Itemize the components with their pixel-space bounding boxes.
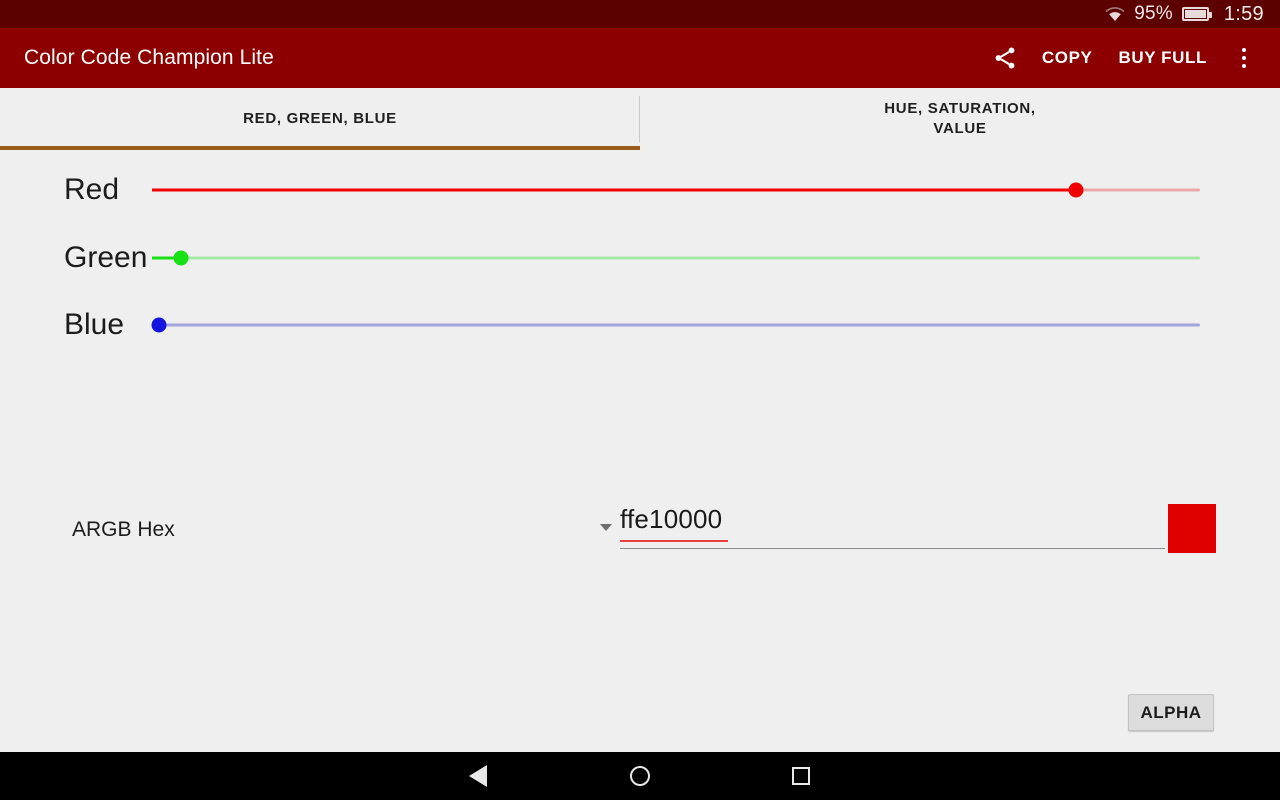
slider-label-red: Red: [64, 173, 120, 206]
hex-input-value: ffe10000: [620, 504, 723, 534]
copy-button[interactable]: COPY: [1029, 28, 1106, 88]
app-title: Color Code Champion Lite: [24, 46, 274, 69]
wifi-icon: [1105, 6, 1125, 22]
slider-row-green: Green: [0, 238, 1280, 278]
slider-label-blue: Blue: [64, 308, 125, 341]
battery-percent-label: 95%: [1134, 3, 1173, 24]
action-bar: Color Code Champion Lite COPY BUY FULL: [0, 28, 1280, 88]
slider-track-blue[interactable]: [152, 323, 1200, 327]
share-icon[interactable]: [981, 28, 1029, 88]
slider-row-red: Red: [0, 170, 1280, 210]
alpha-button[interactable]: ALPHA: [1128, 694, 1214, 731]
slider-thumb-green[interactable]: [173, 250, 189, 266]
tab-rgb-label: RED, GREEN, BLUE: [243, 110, 397, 127]
slider-track-green[interactable]: [152, 256, 1200, 260]
slider-fill-red: [152, 188, 1077, 192]
system-nav-bar: [0, 752, 1280, 800]
battery-icon: [1181, 7, 1212, 21]
action-bar-actions: COPY BUY FULL: [981, 28, 1280, 88]
hex-spellcheck-underline: [620, 540, 728, 542]
slider-thumb-blue[interactable]: [151, 317, 167, 333]
slider-label-green: Green: [64, 241, 148, 274]
slider-thumb-red[interactable]: [1068, 182, 1084, 198]
tab-hsv-label: HUE, SATURATION, VALUE: [884, 100, 1036, 137]
buy-full-button[interactable]: BUY FULL: [1105, 28, 1220, 88]
status-bar: 95% 1:59: [0, 0, 1280, 28]
status-clock: 1:59: [1223, 2, 1264, 25]
hex-label: ARGB Hex: [72, 518, 175, 541]
tab-divider: [639, 96, 640, 142]
chevron-down-icon[interactable]: [600, 524, 612, 531]
hex-input[interactable]: ffe10000: [620, 504, 1165, 550]
app-root: 95% 1:59 Color Code Champion Lite COPY B…: [0, 0, 1280, 800]
tab-hsv[interactable]: HUE, SATURATION, VALUE: [640, 88, 1280, 150]
overflow-menu-icon[interactable]: [1220, 28, 1268, 88]
home-icon[interactable]: [608, 752, 672, 800]
tab-rgb[interactable]: RED, GREEN, BLUE: [0, 88, 640, 150]
recents-icon[interactable]: [769, 752, 833, 800]
hex-field-underline: [620, 548, 1165, 549]
back-icon[interactable]: [446, 752, 510, 800]
color-swatch-preview: [1168, 504, 1216, 553]
tab-bar: RED, GREEN, BLUE HUE, SATURATION, VALUE: [0, 88, 1280, 150]
slider-row-blue: Blue: [0, 305, 1280, 345]
